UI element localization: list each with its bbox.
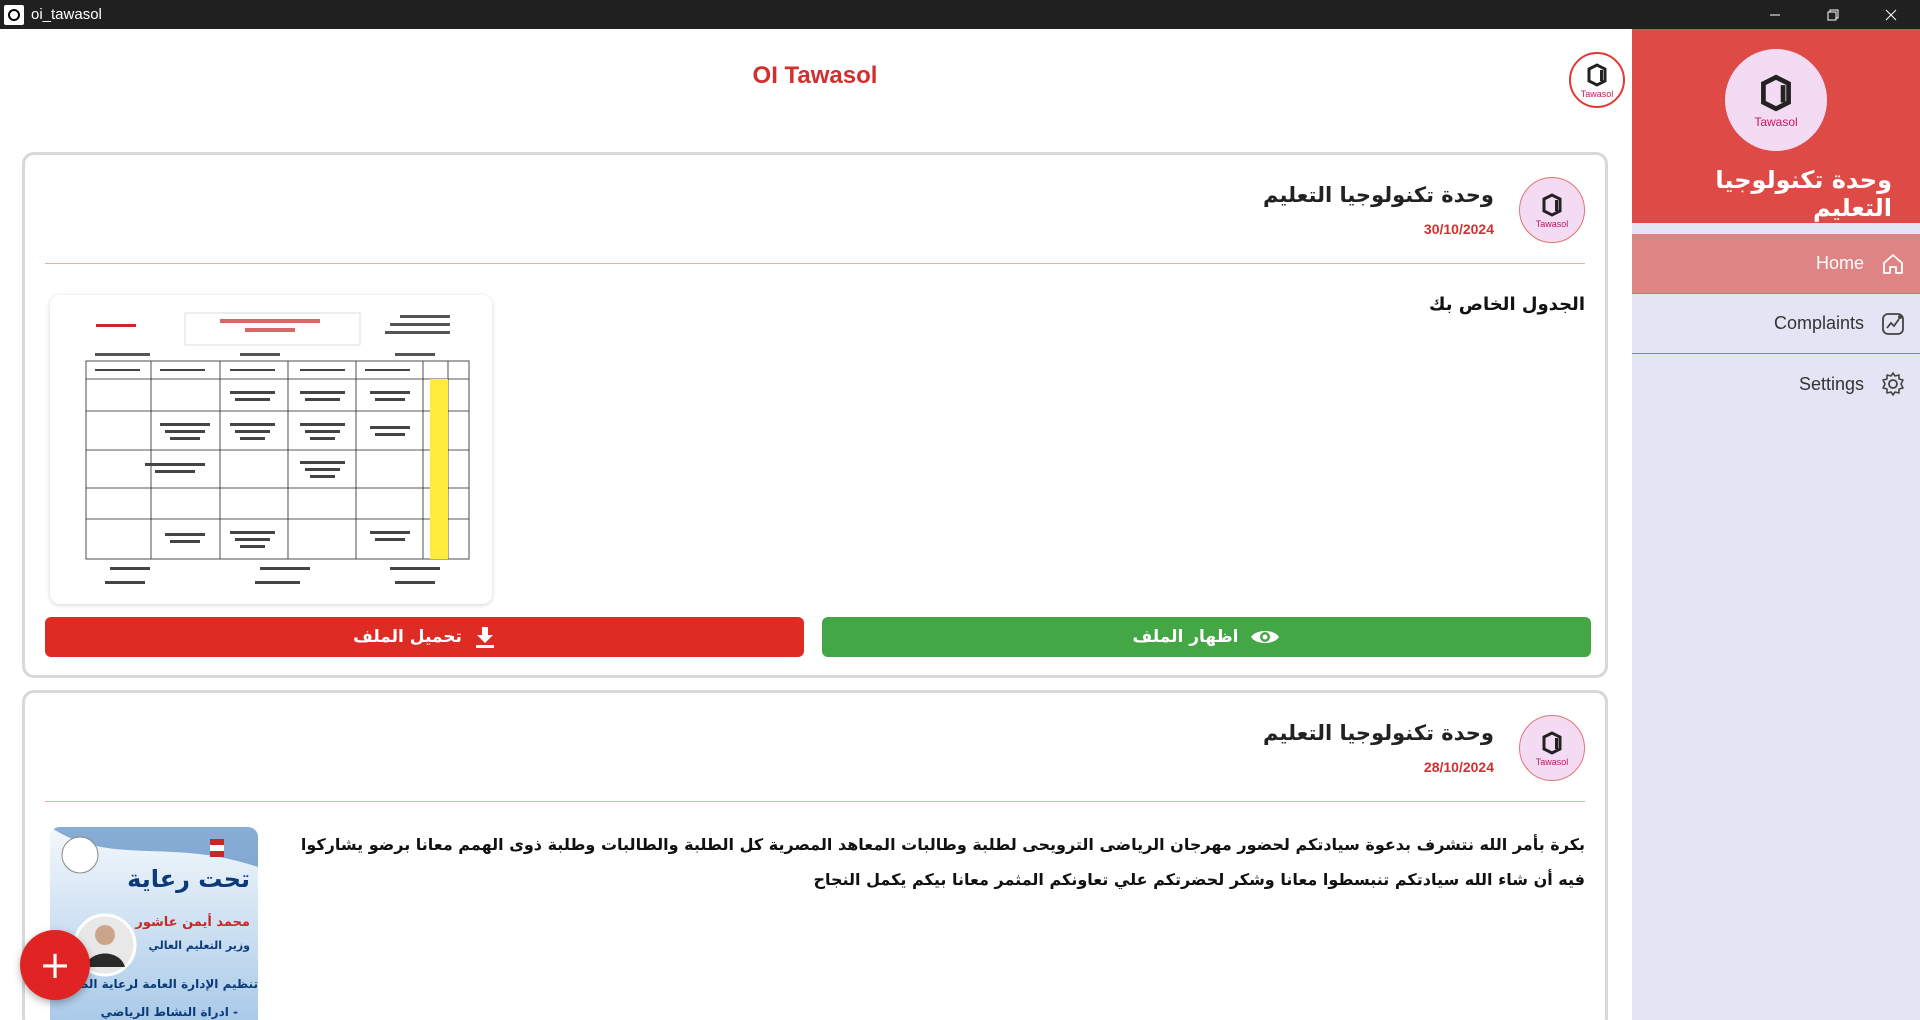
sidebar-header: Tawasol وحدة تكنولوجيا التعليم [1632, 29, 1920, 223]
post-author: وحدة تكنولوجيا التعليم [1263, 183, 1494, 207]
svg-text:▬▬▬▬: ▬▬▬▬ [96, 319, 136, 330]
post-text: بكرة بأمر الله نتشرف بدعوة سيادتكم لحضور… [300, 835, 1585, 889]
post-date: 30/10/2024 [1423, 221, 1494, 237]
app-icon [4, 4, 24, 25]
post-card: Tawasol وحدة تكنولوجيا التعليم 30/10/202… [22, 152, 1608, 678]
post-avatar-label: Tawasol [1535, 219, 1569, 229]
post-author: وحدة تكنولوجيا التعليم [1263, 721, 1494, 745]
post-card: Tawasol وحدة تكنولوجيا التعليم 28/10/202… [22, 690, 1608, 1020]
close-button[interactable] [1862, 0, 1920, 29]
schedule-image[interactable]: ▬▬▬▬ [50, 295, 492, 604]
sidebar-item-home[interactable]: Home [1632, 234, 1920, 294]
sidebar-item-label: Home [1815, 253, 1864, 273]
divider [45, 263, 1585, 264]
eye-icon [1251, 631, 1280, 643]
poster-line2: - ادراة النشاط الرياضي [100, 1005, 238, 1019]
post-date: 28/10/2024 [1423, 759, 1494, 775]
download-button[interactable]: تحميل الملف [45, 617, 804, 657]
minimize-button[interactable] [1746, 0, 1804, 29]
tawasol-logo-icon [1587, 63, 1607, 87]
sidebar-item-label: Complaints [1773, 313, 1864, 333]
post-text: الجدول الخاص بك [1428, 294, 1585, 315]
sidebar-item-settings[interactable]: Settings [1632, 354, 1920, 414]
gear-icon [1878, 369, 1908, 399]
post-header: Tawasol وحدة تكنولوجيا التعليم 28/10/202… [25, 693, 1605, 803]
post-avatar: Tawasol [1519, 715, 1585, 781]
tawasol-logo-icon [1761, 74, 1791, 112]
sidebar-item-label: Settings [1798, 373, 1864, 394]
restore-button[interactable] [1804, 0, 1862, 29]
window-controls [1746, 0, 1920, 29]
plus-icon: + [39, 943, 71, 987]
divider [45, 801, 1585, 802]
header-logo: Tawasol [1569, 52, 1625, 108]
tawasol-logo-icon [1542, 193, 1562, 217]
sidebar-avatar: Tawasol [1725, 49, 1827, 151]
home-icon [1878, 249, 1908, 279]
poster-role: وزير التعليم العالي [148, 939, 250, 952]
post-avatar: Tawasol [1519, 177, 1585, 243]
add-post-button[interactable]: + [20, 930, 90, 1000]
sidebar-item-complaints[interactable]: Complaints [1632, 294, 1920, 354]
chart-icon [1878, 309, 1908, 339]
view-file-button-label: اظهار الملف [1132, 627, 1239, 647]
post-header: Tawasol وحدة تكنولوجيا التعليم 30/10/202… [25, 155, 1605, 265]
sidebar-org-name: وحدة تكنولوجيا التعليم [1715, 166, 1892, 222]
window-titlebar: oi_tawasol [0, 0, 1920, 29]
window-title: oi_tawasol [31, 6, 102, 23]
poster-image[interactable]: تحت رعاية محمد أيمن عاشور وزير التعليم ا… [50, 827, 258, 1020]
sidebar: Tawasol وحدة تكنولوجيا التعليم Home Comp… [1632, 29, 1920, 1020]
post-avatar-label: Tawasol [1535, 757, 1569, 767]
header-logo-label: Tawasol [1580, 89, 1614, 99]
tawasol-logo-icon [1542, 731, 1562, 755]
sidebar-avatar-label: Tawasol [1754, 115, 1798, 129]
poster-title: تحت رعاية [127, 865, 250, 893]
poster-name: محمد أيمن عاشور [135, 915, 250, 930]
download-button-label: تحميل الملف [353, 627, 462, 647]
poster-line1: تنظيم الإدارة العامة لرعاية الط [76, 977, 258, 991]
download-icon [475, 627, 494, 648]
view-file-button[interactable]: اظهار الملف [822, 617, 1591, 657]
app-title: OI Tawasol [752, 62, 878, 89]
